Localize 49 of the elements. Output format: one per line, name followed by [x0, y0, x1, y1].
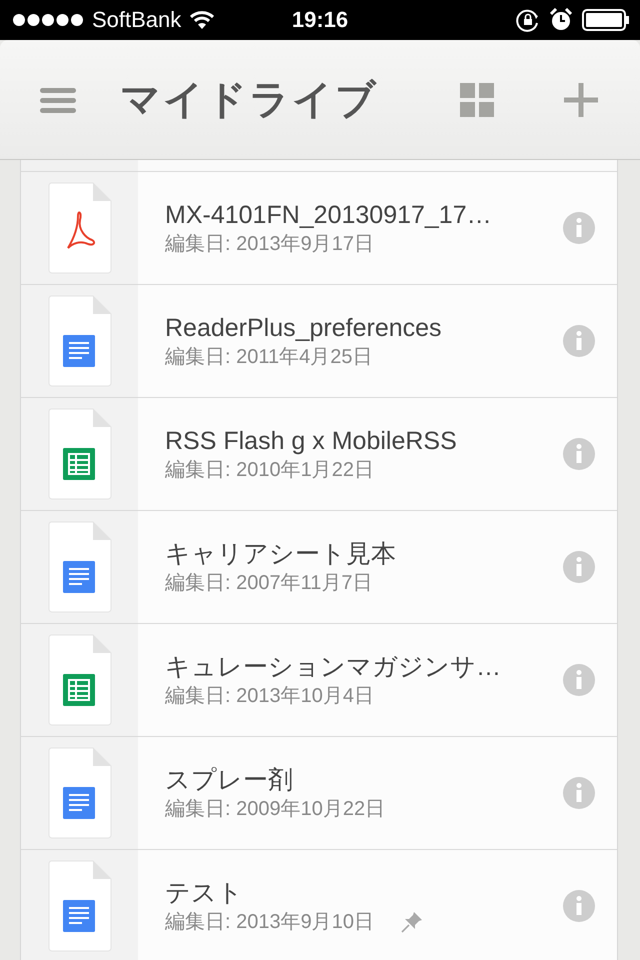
- file-row[interactable]: ReaderPlus_preferences 編集日: 2011年4月25日: [21, 285, 617, 398]
- file-row[interactable]: キュレーションマガジンサ… 編集日: 2013年10月4日: [21, 624, 617, 737]
- file-row[interactable]: RSS Flash g x MobileRSS 編集日: 2010年1月22日: [21, 398, 617, 511]
- info-button[interactable]: [563, 664, 595, 696]
- info-button[interactable]: [563, 212, 595, 244]
- menu-icon: [40, 86, 76, 114]
- rotation-lock-icon: [516, 8, 540, 32]
- file-row[interactable]: スプレー剤 編集日: 2009年10月22日: [21, 737, 617, 850]
- info-icon: [563, 890, 595, 922]
- page-title: マイドライブ: [120, 77, 379, 124]
- info-button[interactable]: [563, 438, 595, 470]
- status-time: 19:16: [292, 7, 348, 33]
- signal-icon: [12, 13, 84, 27]
- grid-icon: [460, 82, 494, 116]
- file-row[interactable]: テスト 編集日: 2013年9月10日: [21, 850, 617, 960]
- file-row[interactable]: キャリアシート見本 編集日: 2007年11月7日: [21, 511, 617, 624]
- info-button[interactable]: [563, 890, 595, 922]
- modified-date: 編集日: 2009年10月22日: [165, 797, 386, 822]
- file-row[interactable]: MX-4101FN_20130917_17… 編集日: 2013年9月17日: [21, 172, 617, 285]
- info-icon: [563, 664, 595, 696]
- info-button[interactable]: [563, 551, 595, 583]
- add-button[interactable]: [564, 82, 598, 116]
- file-name: キュレーションマガジンサ…: [165, 652, 502, 683]
- info-icon: [563, 212, 595, 244]
- modified-date: 編集日: 2007年11月7日: [165, 571, 372, 596]
- modified-date: 編集日: 2013年9月17日: [165, 232, 374, 257]
- file-name: キャリアシート見本: [165, 539, 397, 570]
- file-name: ReaderPlus_preferences: [165, 313, 443, 344]
- file-name: MX-4101FN_20130917_17…: [165, 200, 493, 231]
- file-name: テスト: [165, 878, 244, 909]
- carrier-name: SoftBank: [92, 7, 182, 33]
- battery-icon: [582, 9, 630, 31]
- modified-date: 編集日: 2013年9月10日: [165, 910, 374, 935]
- alarm-icon: [550, 8, 572, 32]
- wifi-icon: [189, 10, 216, 30]
- plus-icon: [564, 82, 598, 116]
- info-icon: [563, 325, 595, 357]
- info-button[interactable]: [563, 325, 595, 357]
- grid-view-button[interactable]: [460, 82, 494, 116]
- modified-date: 編集日: 2011年4月25日: [165, 345, 372, 370]
- modified-date: 編集日: 2010年1月22日: [165, 458, 374, 483]
- file-name: RSS Flash g x MobileRSS: [165, 426, 458, 457]
- info-icon: [563, 777, 595, 809]
- info-icon: [563, 438, 595, 470]
- menu-button[interactable]: [40, 86, 76, 114]
- modified-date: 編集日: 2013年10月4日: [165, 684, 374, 709]
- info-button[interactable]: [563, 777, 595, 809]
- file-name: スプレー剤: [165, 765, 294, 796]
- info-icon: [563, 551, 595, 583]
